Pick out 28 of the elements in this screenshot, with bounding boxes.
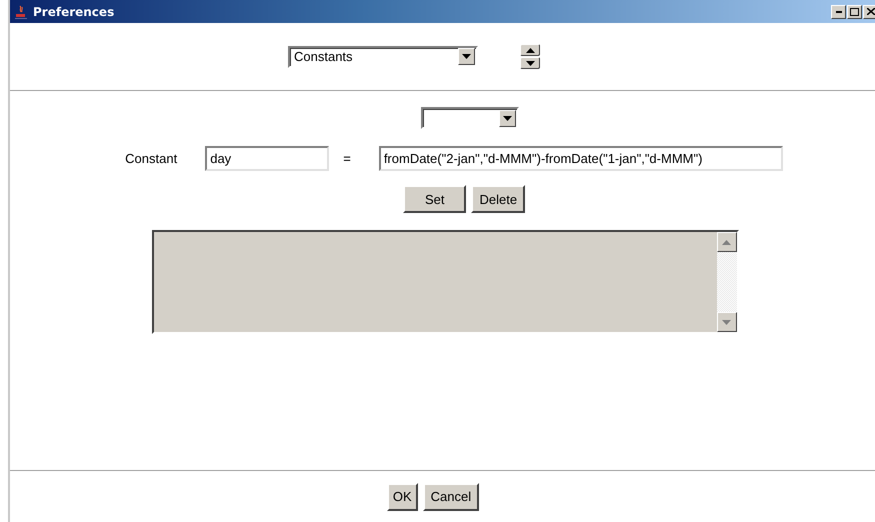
set-button[interactable]: Set	[402, 185, 466, 213]
close-icon	[866, 8, 874, 15]
move-down-button[interactable]	[520, 57, 540, 69]
ok-button[interactable]: OK	[386, 482, 418, 510]
move-up-button[interactable]	[520, 44, 540, 56]
maximize-icon	[850, 8, 859, 16]
text-area[interactable]	[152, 230, 738, 334]
cancel-button[interactable]: Cancel	[422, 482, 480, 510]
caret-icon	[503, 116, 512, 120]
close-button[interactable]	[863, 4, 875, 18]
arrow-down-icon	[526, 60, 534, 66]
delete-button[interactable]: Delete	[471, 185, 526, 213]
constant-label: Constant	[125, 151, 178, 166]
arrow-up-icon	[722, 240, 731, 244]
window-title: Preferences	[33, 4, 116, 18]
equals-label: =	[343, 151, 351, 166]
category-dropdown[interactable]: Constants	[288, 46, 478, 68]
cup-icon	[13, 4, 29, 20]
scrollbar[interactable]	[716, 232, 736, 332]
arrow-down-icon	[722, 320, 731, 324]
caret-icon	[462, 54, 471, 59]
minimize-icon	[836, 10, 842, 12]
arrow-up-icon	[526, 48, 534, 52]
maximize-button[interactable]	[847, 4, 862, 18]
name-field[interactable]: day	[205, 146, 330, 171]
expression-field[interactable]: fromDate("2-jan","d-MMM")-fromDate("1-jan","d-MMM")	[378, 146, 783, 171]
minimize-button[interactable]	[831, 4, 846, 18]
constant-dropdown[interactable]	[421, 107, 519, 129]
